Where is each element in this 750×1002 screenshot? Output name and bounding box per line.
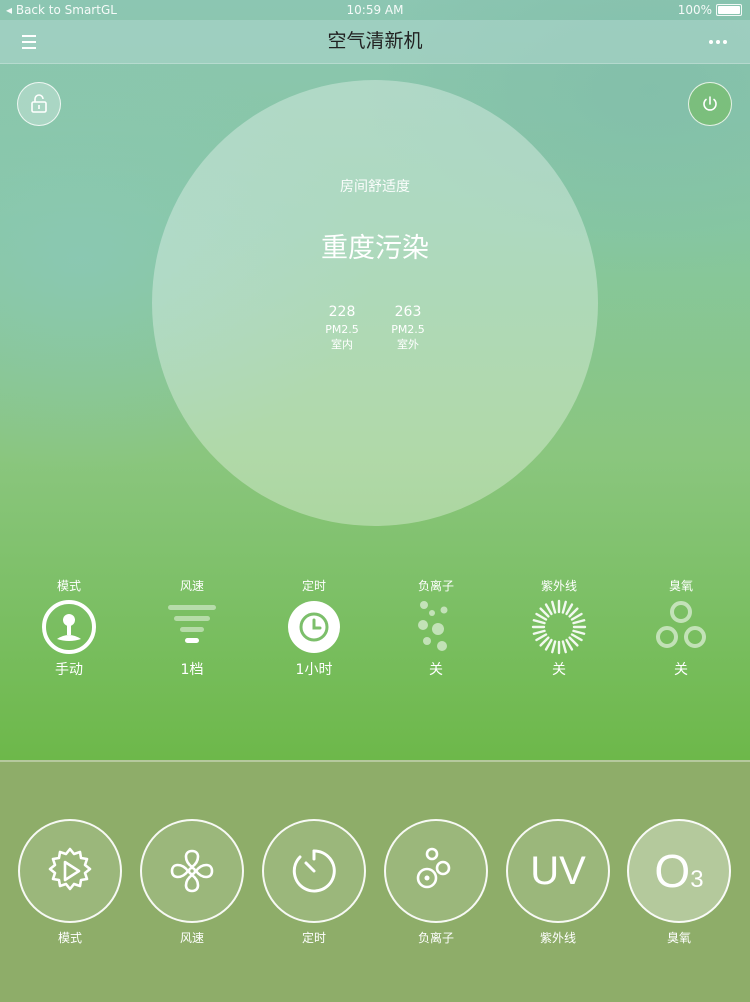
page-title: 空气清新机 xyxy=(327,30,423,52)
outdoor-pm-reading: 263 PM2.5 室外 xyxy=(389,302,427,352)
negative-ion-button[interactable]: 负离子 xyxy=(384,819,488,946)
uv-button-label: 紫外线 xyxy=(539,931,576,945)
uv-ray xyxy=(572,619,586,625)
ozone-symbol: O xyxy=(654,845,691,897)
uv-rays-icon xyxy=(531,599,587,655)
uv-ray xyxy=(565,638,574,651)
uv-ray xyxy=(544,638,553,651)
status-fan-speed-value: 1档 xyxy=(180,662,204,678)
status-uv-label: 紫外线 xyxy=(540,579,577,593)
status-negative-ion-label: 负离子 xyxy=(417,579,454,593)
status-mode: 模式 手动 xyxy=(8,578,130,682)
status-uv: 紫外线 关 xyxy=(498,578,620,682)
ozone-button-label: 臭氧 xyxy=(666,931,691,945)
clock-icon xyxy=(288,601,340,653)
negative-ion-button-circle[interactable] xyxy=(384,819,488,923)
fan-speed-button-circle[interactable] xyxy=(140,819,244,923)
status-mode-value: 手动 xyxy=(55,662,83,678)
timer-button[interactable]: 定时 xyxy=(262,819,366,946)
status-bar: ◂ Back to SmartGL 10:59 AM 100% xyxy=(0,0,750,20)
mode-button-circle[interactable] xyxy=(18,819,122,923)
mode-button[interactable]: 模式 xyxy=(18,819,122,946)
uv-ray xyxy=(551,640,557,654)
indoor-pm-value: 228 xyxy=(328,304,356,320)
uv-ray xyxy=(565,603,574,616)
mode-gear-icon xyxy=(48,847,92,891)
unlock-icon xyxy=(31,94,47,113)
air-quality-dial: 房间舒适度 重度污染 228 PM2.5 室内 263 PM2.5 室外 xyxy=(152,80,598,526)
fan-icon xyxy=(170,849,214,893)
joystick-icon xyxy=(42,600,96,654)
uv-ray xyxy=(572,629,586,635)
ozone-rings-icon xyxy=(656,601,706,648)
battery-percent: 100% xyxy=(677,3,712,17)
status-ozone-label: 臭氧 xyxy=(668,579,693,593)
battery-status: 100% xyxy=(678,0,742,20)
uv-button-circle[interactable]: UV xyxy=(506,819,610,923)
outdoor-label: 室外 xyxy=(397,338,419,351)
indoor-label: 室内 xyxy=(331,338,353,351)
status-uv-value: 关 xyxy=(552,662,566,678)
ion-icon xyxy=(416,847,451,889)
status-timer-label: 定时 xyxy=(301,579,326,593)
uv-ray xyxy=(539,607,550,618)
status-negative-ion-value: 关 xyxy=(429,662,443,678)
status-timer-value: 1小时 xyxy=(295,662,333,678)
uv-ray xyxy=(532,629,546,635)
timer-icon xyxy=(292,849,336,893)
power-button[interactable] xyxy=(688,82,732,126)
control-panel: 模式 风速 定时 负离子 UV 紫外线 O3 臭氧 xyxy=(0,760,750,1002)
ozone-subscript: 3 xyxy=(690,866,704,893)
outdoor-pm-value: 263 xyxy=(394,304,422,320)
uv-ray xyxy=(532,619,546,625)
ozone-button[interactable]: O3 臭氧 xyxy=(627,819,731,946)
uv-ray xyxy=(570,612,583,621)
uv-button[interactable]: UV 紫外线 xyxy=(506,819,610,946)
uv-ray xyxy=(535,612,548,621)
air-quality-status: 重度污染 xyxy=(321,233,429,264)
indoor-pm-reading: 228 PM2.5 室内 xyxy=(323,302,361,352)
nav-bar: 空气清新机 xyxy=(0,20,750,64)
more-dots-icon xyxy=(709,40,727,44)
more-options-button[interactable] xyxy=(704,30,734,54)
fan-speed-button[interactable]: 风速 xyxy=(140,819,244,946)
outdoor-pm-unit: PM2.5 xyxy=(391,323,425,336)
fan-speed-button-label: 风速 xyxy=(179,931,204,945)
status-mode-label: 模式 xyxy=(56,579,81,593)
clock: 10:59 AM xyxy=(346,3,404,17)
fan-speed-icon xyxy=(168,605,216,643)
uv-ray xyxy=(535,633,548,642)
uv-ray xyxy=(561,640,567,654)
status-ozone-value: 关 xyxy=(674,662,688,678)
mode-button-label: 模式 xyxy=(57,931,82,945)
uv-ray xyxy=(539,636,550,647)
status-negative-ion: 负离子 关 xyxy=(375,578,497,682)
uv-ray xyxy=(570,633,583,642)
negative-ion-button-label: 负离子 xyxy=(417,931,454,945)
ozone-button-circle[interactable]: O3 xyxy=(627,819,731,923)
pm-readings: 228 PM2.5 室内 263 PM2.5 室外 xyxy=(152,302,598,352)
comfort-label: 房间舒适度 xyxy=(340,179,410,195)
timer-button-circle[interactable] xyxy=(262,819,366,923)
uv-text-icon: UV xyxy=(530,849,586,893)
status-timer: 定时 1小时 xyxy=(253,578,375,682)
ion-bubbles-icon xyxy=(418,601,448,651)
status-ozone: 臭氧 关 xyxy=(620,578,742,682)
uv-ray xyxy=(568,636,579,647)
uv-ray xyxy=(568,607,579,618)
status-fan-speed: 风速 1档 xyxy=(131,578,253,682)
status-fan-speed-label: 风速 xyxy=(179,579,204,593)
child-lock-button[interactable] xyxy=(17,82,61,126)
uv-ray xyxy=(561,600,567,614)
power-icon xyxy=(703,96,717,111)
timer-button-label: 定时 xyxy=(301,931,326,945)
uv-ray xyxy=(551,600,557,614)
uv-ray xyxy=(544,603,553,616)
ozone-text-icon: O3 xyxy=(654,848,703,894)
battery-icon xyxy=(716,4,742,16)
indoor-pm-unit: PM2.5 xyxy=(325,323,359,336)
device-status-row: 模式 手动 风速 1档 定时 1小时 负离子 关 紫外线 关 臭氧 关 xyxy=(0,578,750,688)
